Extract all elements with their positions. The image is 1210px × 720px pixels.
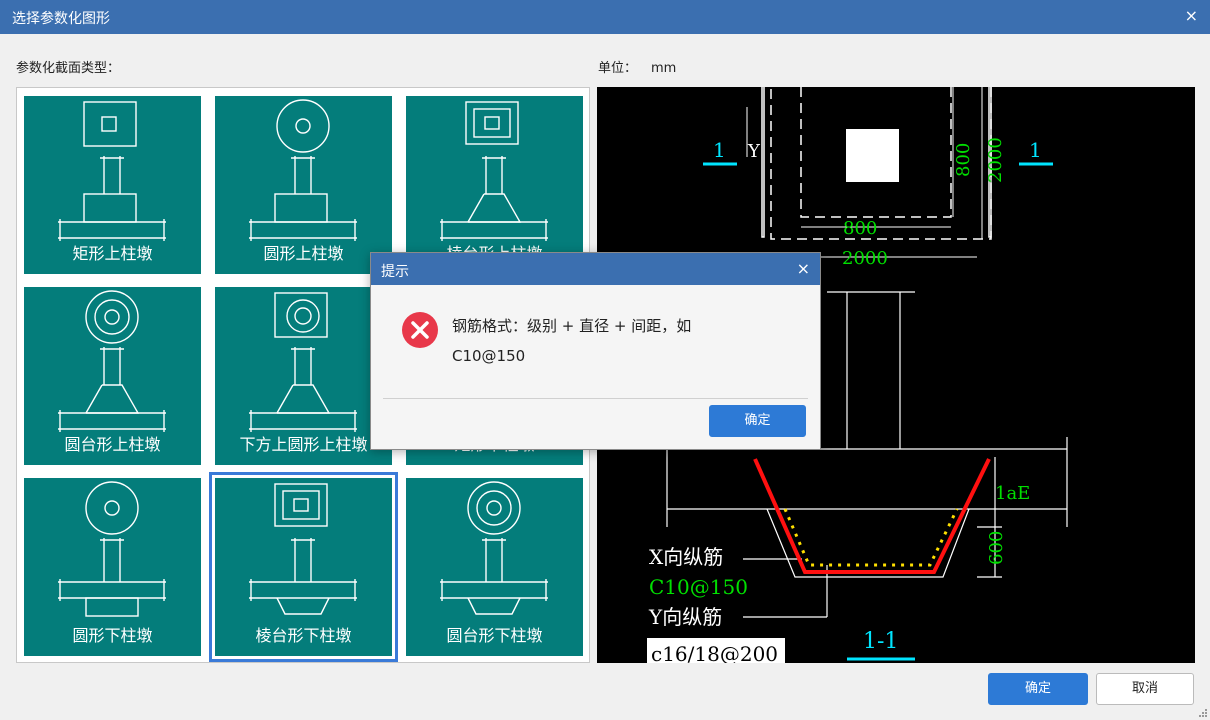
- dialog-close-icon[interactable]: ×: [797, 259, 810, 278]
- shape-label: 矩形上柱墩: [72, 244, 153, 263]
- plan-middle-circle-icon: [476, 490, 512, 526]
- plan-inner-square-icon: [484, 116, 500, 130]
- dim-2000-horizontal: 2000: [842, 248, 888, 269]
- window-title: 选择参数化图形: [12, 11, 110, 27]
- dialog-titlebar: 提示 ×: [371, 253, 820, 285]
- y-rebar-label: Y向纵筋: [648, 605, 722, 629]
- plan-inner-square-icon: [101, 116, 117, 132]
- shape-label: 圆形下柱墩: [72, 626, 153, 645]
- shape-label: 圆台形上柱墩: [64, 435, 161, 454]
- section-type-label: 参数化截面类型：: [16, 61, 121, 76]
- section-mark-left: 1: [713, 138, 726, 162]
- plan-middle-circle-icon: [94, 299, 130, 335]
- plan-circle-icon: [286, 299, 320, 333]
- shape-option-6[interactable]: 圆形下柱墩: [24, 478, 201, 656]
- ok-button[interactable]: 确定: [988, 673, 1088, 705]
- plan-middle-square-icon: [473, 108, 511, 138]
- dialog-ok-button[interactable]: 确定: [709, 405, 806, 437]
- x-rebar-label: X向纵筋: [649, 545, 723, 569]
- plan-inner-circle-icon: [486, 500, 502, 516]
- plan-inner-square-icon: [293, 498, 309, 512]
- dim-600: 600: [986, 531, 1007, 565]
- dialog-message: 钢筋格式：级别 + 直径 + 间距，如 C10@150: [452, 311, 792, 371]
- shape-option-2[interactable]: 棱台形上柱墩: [406, 96, 583, 274]
- pier-edge: [85, 384, 103, 414]
- shape-option-1[interactable]: 圆形上柱墩: [215, 96, 392, 274]
- shape-label: 下方上圆形上柱墩: [239, 435, 368, 454]
- pier-block: [276, 597, 330, 615]
- shape-option-0[interactable]: 矩形上柱墩: [24, 96, 201, 274]
- shape-label: 圆形上柱墩: [263, 244, 344, 263]
- window-titlebar: 选择参数化图形 ×: [0, 0, 1210, 34]
- plan-inner-circle-icon: [104, 500, 120, 516]
- cancel-button[interactable]: 取消: [1096, 673, 1194, 705]
- shape-label: 圆台形下柱墩: [446, 626, 543, 645]
- resize-grip-icon[interactable]: [1198, 708, 1208, 718]
- plan-square-icon: [83, 101, 137, 147]
- close-icon[interactable]: ×: [1185, 6, 1198, 26]
- rebar-yellow-dots: [783, 508, 959, 567]
- plan-inner-circle-icon: [104, 309, 120, 325]
- section-title: 1-1: [863, 629, 898, 654]
- plan-middle-square-icon: [282, 490, 320, 520]
- dialog-separator: [383, 398, 808, 399]
- pier-block: [274, 193, 328, 223]
- shape-label: 棱台形下柱墩: [255, 626, 352, 645]
- plan-inner-circle-icon: [295, 118, 311, 134]
- y-rebar-value: c16/18@200: [651, 642, 778, 663]
- dim-800-horizontal: 800: [843, 218, 877, 239]
- dim-2000-vertical: 2000: [985, 137, 1006, 183]
- shape-option-3[interactable]: 圆台形上柱墩: [24, 287, 201, 465]
- plan-inner-circle-icon: [294, 307, 312, 325]
- laE-label: 1aE: [995, 483, 1030, 504]
- x-rebar-value: C10@150: [649, 575, 748, 599]
- alert-dialog: 提示 × 钢筋格式：级别 + 直径 + 间距，如 C10@150 确定: [370, 252, 821, 450]
- pier-block: [85, 597, 139, 617]
- unit-value: mm: [651, 61, 677, 76]
- dialog-title: 提示: [381, 264, 409, 280]
- shape-option-7[interactable]: 棱台形下柱墩: [209, 472, 398, 662]
- pier-block: [83, 193, 137, 223]
- pier-edge: [276, 384, 294, 414]
- error-icon: [402, 312, 438, 348]
- shape-option-8[interactable]: 圆台形下柱墩: [406, 478, 583, 656]
- plan-circle-icon: [85, 481, 139, 535]
- plan-circle-icon: [467, 481, 521, 535]
- pier-block: [467, 597, 521, 615]
- unit-label-text: 单位：: [598, 61, 638, 76]
- plan-circle-icon: [276, 99, 330, 153]
- dialog-message-line1: 钢筋格式：级别 + 直径 + 间距，如: [452, 317, 692, 335]
- y-axis-label: Y: [747, 141, 761, 162]
- plan-circle-icon: [85, 290, 139, 344]
- column-square: [846, 129, 899, 182]
- dim-800-vertical: 800: [953, 143, 974, 177]
- pier-edge: [467, 193, 485, 223]
- dialog-message-line2: C10@150: [452, 347, 526, 365]
- unit-label: 单位： mm: [598, 57, 676, 76]
- shape-option-4[interactable]: 下方上圆形上柱墩: [215, 287, 392, 465]
- section-mark-right: 1: [1029, 138, 1042, 162]
